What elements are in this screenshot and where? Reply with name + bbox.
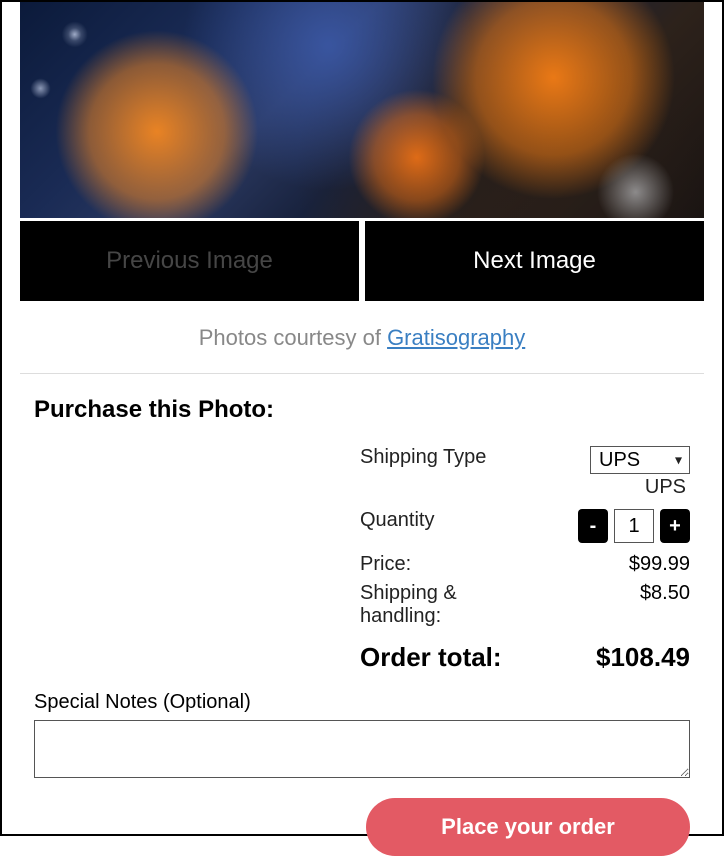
- special-notes-label: Special Notes (Optional): [34, 691, 704, 714]
- shipping-type-hint: UPS: [645, 476, 690, 499]
- special-notes-textarea[interactable]: [34, 720, 690, 778]
- shipping-handling-label: Shipping & handling:: [360, 582, 520, 628]
- shipping-type-label: Shipping Type: [360, 446, 486, 469]
- credit-link[interactable]: Gratisography: [387, 325, 525, 350]
- previous-image-button[interactable]: Previous Image: [20, 221, 359, 301]
- shipping-handling-value: $8.50: [580, 582, 690, 605]
- image-nav: Previous Image Next Image: [20, 221, 704, 301]
- order-total-label: Order total:: [360, 642, 502, 673]
- price-value: $99.99: [580, 553, 690, 576]
- quantity-input[interactable]: [614, 509, 654, 543]
- purchase-heading: Purchase this Photo:: [34, 396, 704, 424]
- price-label: Price:: [360, 553, 411, 576]
- shipping-type-select[interactable]: UPS: [590, 446, 690, 474]
- product-image: [20, 2, 704, 218]
- place-order-button[interactable]: Place your order: [366, 798, 690, 856]
- order-total-value: $108.49: [596, 642, 690, 673]
- credit-prefix: Photos courtesy of: [199, 325, 387, 350]
- quantity-decrease-button[interactable]: -: [578, 509, 608, 543]
- quantity-increase-button[interactable]: +: [660, 509, 690, 543]
- quantity-label: Quantity: [360, 509, 434, 532]
- photo-credit: Photos courtesy of Gratisography: [20, 319, 704, 373]
- divider: [20, 373, 704, 374]
- next-image-button[interactable]: Next Image: [365, 221, 704, 301]
